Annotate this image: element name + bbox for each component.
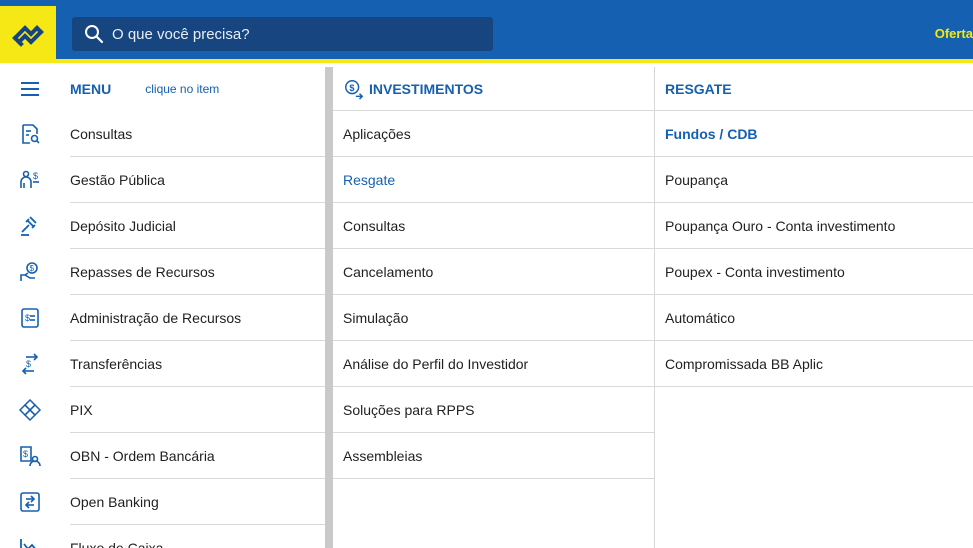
svg-text:$: $ (26, 359, 31, 369)
menu-item-open-banking[interactable]: Open Banking (0, 479, 325, 525)
search-box[interactable] (72, 17, 493, 51)
submenu-item-aplicacoes[interactable]: Aplicações (333, 111, 654, 157)
svg-text:$: $ (33, 171, 38, 181)
submenu-item-assembleias[interactable]: Assembleias (333, 433, 654, 479)
submenu-item-label: Soluções para RPPS (343, 402, 475, 418)
menu-item-gestao-publica[interactable]: $ Gestão Pública (0, 157, 325, 203)
resgate-header: RESGATE (655, 67, 973, 111)
resgate-item-compromissada[interactable]: Compromissada BB Aplic (655, 341, 973, 387)
submenu-item-simulacao[interactable]: Simulação (333, 295, 654, 341)
search-input[interactable] (112, 25, 472, 43)
resgate-item-poupex[interactable]: Poupex - Conta investimento (655, 249, 973, 295)
scrollbar[interactable] (325, 67, 333, 548)
menu-item-label: PIX (70, 402, 93, 418)
submenu-item-label: Aplicações (343, 126, 411, 142)
menu-item-label: Gestão Pública (70, 172, 165, 188)
investments-title: INVESTIMENTOS (369, 81, 484, 97)
menu-item-label: Repasses de Recursos (70, 264, 215, 280)
resgate-item-poupanca[interactable]: Poupança (655, 157, 973, 203)
submenu-item-label: Resgate (343, 172, 396, 188)
menu-item-fluxo-de-caixa[interactable]: Fluxo de Caixa (0, 525, 325, 548)
submenu-item-resgate[interactable]: Resgate (333, 157, 654, 203)
resgate-item-label: Poupex - Conta investimento (665, 264, 845, 280)
menu-item-transferencias[interactable]: $ Transferências (0, 341, 325, 387)
row-divider (655, 386, 973, 387)
menu-item-administracao[interactable]: $ Administração de Recursos (0, 295, 325, 341)
svg-text:$: $ (30, 264, 35, 273)
main-menu: MENU clique no item Consultas $ Gestão P… (0, 67, 325, 548)
submenu-item-consultas[interactable]: Consultas (333, 203, 654, 249)
offers-link[interactable]: Oferta (935, 26, 973, 41)
money-document-icon: $ (21, 308, 39, 328)
menu-item-consultas[interactable]: Consultas (0, 111, 325, 157)
submenu-item-perfil-investidor[interactable]: Análise do Perfil do Investidor (333, 341, 654, 387)
menu-item-label: Administração de Recursos (70, 310, 242, 326)
menu-item-pix[interactable]: PIX (0, 387, 325, 433)
menu-item-deposito-judicial[interactable]: Depósito Judicial (0, 203, 325, 249)
resgate-submenu: RESGATE Fundos / CDB Poupança Poupança O… (655, 67, 973, 548)
resgate-item-label: Fundos / CDB (665, 126, 758, 142)
investments-submenu: $ INVESTIMENTOS Aplicações Resgate Consu… (333, 67, 655, 548)
submenu-item-label: Assembleias (343, 448, 423, 464)
svg-text:$: $ (23, 449, 28, 459)
resgate-item-fundos-cdb[interactable]: Fundos / CDB (655, 111, 973, 157)
resgate-title: RESGATE (665, 81, 732, 97)
submenu-item-label: Análise do Perfil do Investidor (343, 356, 529, 372)
menu-item-obn[interactable]: $ OBN - Ordem Bancária (0, 433, 325, 479)
transfer-arrows-icon: $ (21, 353, 39, 375)
gavel-icon (21, 216, 37, 236)
menu-item-repasses[interactable]: $ Repasses de Recursos (0, 249, 325, 295)
resgate-item-label: Compromissada BB Aplic (665, 356, 823, 372)
hamburger-menu-icon[interactable] (18, 77, 42, 101)
chart-line-icon (20, 539, 36, 548)
row-divider (333, 478, 654, 479)
menu-item-label: Consultas (70, 126, 133, 142)
resgate-item-poupanca-ouro[interactable]: Poupança Ouro - Conta investimento (655, 203, 973, 249)
menu-item-label: OBN - Ordem Bancária (70, 448, 215, 464)
people-money-icon: $ (20, 170, 39, 188)
top-bar: Oferta (0, 0, 973, 63)
menu-header: MENU clique no item (0, 67, 325, 111)
menu-item-label: Open Banking (70, 494, 159, 510)
submenu-item-label: Cancelamento (343, 264, 434, 280)
investments-header: $ INVESTIMENTOS (333, 67, 654, 111)
pix-icon (18, 398, 42, 422)
submenu-item-label: Simulação (343, 310, 409, 326)
svg-text:$: $ (349, 83, 354, 93)
resgate-item-label: Automático (665, 310, 736, 326)
open-banking-icon (20, 492, 40, 512)
investment-coin-icon: $ (345, 80, 364, 100)
menu-item-label: Fluxo de Caixa (70, 540, 164, 548)
submenu-item-rpps[interactable]: Soluções para RPPS (333, 387, 654, 433)
menu-title: MENU (70, 81, 112, 97)
document-search-icon (22, 124, 40, 144)
svg-text:$: $ (25, 313, 30, 323)
submenu-item-cancelamento[interactable]: Cancelamento (333, 249, 654, 295)
resgate-item-label: Poupança (665, 172, 729, 188)
search-icon (85, 25, 104, 44)
bank-logo[interactable] (0, 6, 56, 63)
menu-item-label: Transferências (70, 356, 163, 372)
hand-coin-icon: $ (20, 262, 38, 281)
menu-hint: clique no item (145, 82, 220, 96)
submenu-item-label: Consultas (343, 218, 406, 234)
resgate-item-automatico[interactable]: Automático (655, 295, 973, 341)
bank-order-icon: $ (20, 446, 41, 467)
menu-item-label: Depósito Judicial (70, 218, 176, 234)
bb-logo-icon (12, 24, 44, 47)
resgate-item-label: Poupança Ouro - Conta investimento (665, 218, 896, 234)
